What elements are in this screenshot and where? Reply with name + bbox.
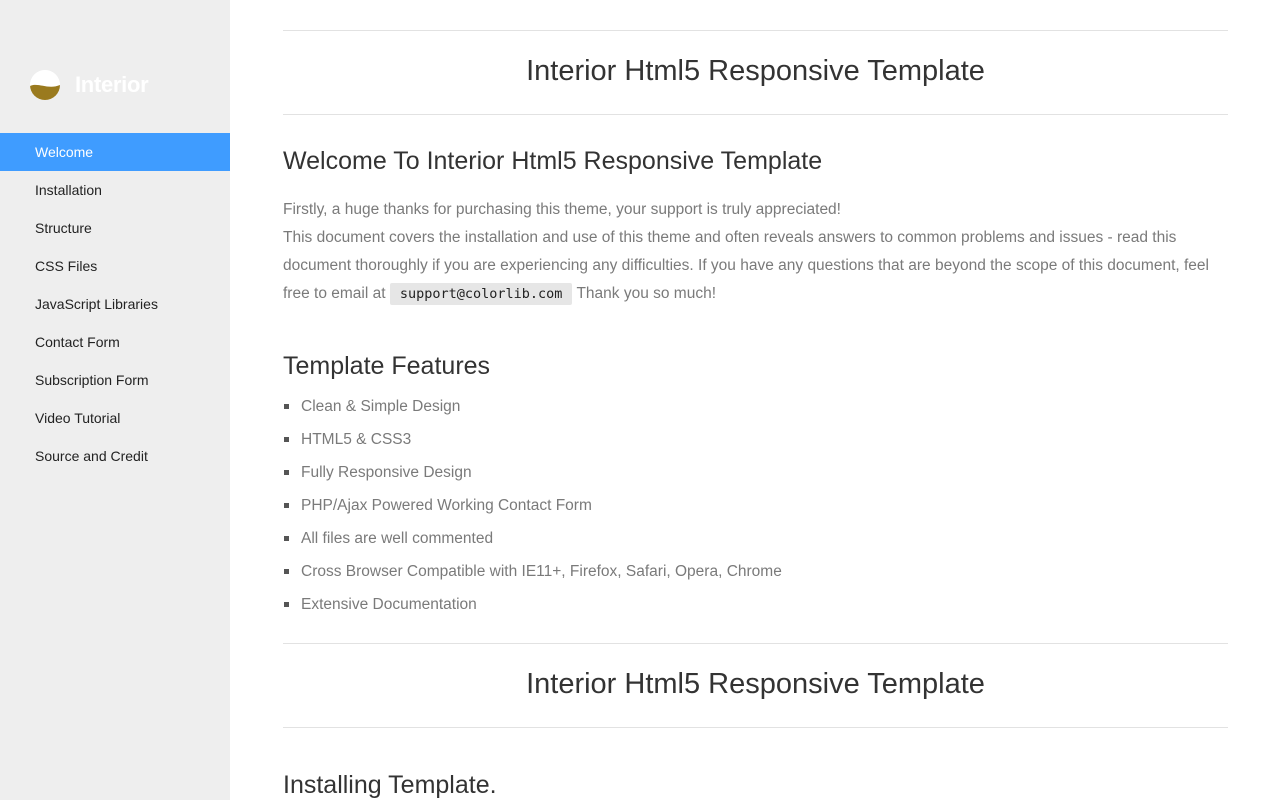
feature-label: HTML5 & CSS3 <box>301 431 412 448</box>
feature-label: Fully Responsive Design <box>301 464 472 481</box>
section-banner: Interior Html5 Responsive Template <box>283 643 1228 728</box>
welcome-heading: Welcome To Interior Html5 Responsive Tem… <box>283 147 823 175</box>
sidebar-item-contact-form[interactable]: Contact Form <box>0 323 230 361</box>
intro-line-1: Firstly, a huge thanks for purchasing th… <box>283 201 841 218</box>
page-banner: Interior Html5 Responsive Template <box>283 30 1228 115</box>
intro-tail: Thank you so much! <box>576 285 717 302</box>
install-heading: Installing Template. <box>283 771 497 799</box>
feature-label: Cross Browser Compatible with IE11+, Fir… <box>301 563 782 580</box>
bullet-icon <box>284 602 289 607</box>
feature-label: All files are well commented <box>301 530 494 547</box>
main-content: Interior Html5 Responsive Template Welco… <box>283 0 1228 800</box>
bullet-icon <box>284 437 289 442</box>
bullet-icon <box>284 470 289 475</box>
logo-text: Interior <box>75 72 149 97</box>
bullet-icon <box>284 536 289 541</box>
feature-label: PHP/Ajax Powered Working Contact Form <box>301 497 592 514</box>
list-item: Clean & Simple Design <box>283 390 782 423</box>
list-item: Cross Browser Compatible with IE11+, Fir… <box>283 555 782 588</box>
list-item: Fully Responsive Design <box>283 456 782 489</box>
sidebar-item-css-files[interactable]: CSS Files <box>0 247 230 285</box>
list-item: PHP/Ajax Powered Working Contact Form <box>283 489 782 522</box>
list-item: Extensive Documentation <box>283 588 782 621</box>
sidebar-item-subscription-form[interactable]: Subscription Form <box>0 361 230 399</box>
interior-logo-icon <box>30 70 60 100</box>
feature-label: Clean & Simple Design <box>301 398 461 415</box>
bullet-icon <box>284 503 289 508</box>
sidebar-item-installation[interactable]: Installation <box>0 171 230 209</box>
sidebar-item-source-and-credit[interactable]: Source and Credit <box>0 437 230 475</box>
sidebar: Interior Welcome Installation Structure … <box>0 0 230 800</box>
support-email[interactable]: support@colorlib.com <box>389 283 573 305</box>
feature-label: Extensive Documentation <box>301 596 477 613</box>
bullet-icon <box>284 404 289 409</box>
sidebar-item-video-tutorial[interactable]: Video Tutorial <box>0 399 230 437</box>
logo[interactable]: Interior <box>30 69 149 101</box>
list-item: HTML5 & CSS3 <box>283 423 782 456</box>
features-heading: Template Features <box>283 352 491 380</box>
sidebar-item-structure[interactable]: Structure <box>0 209 230 247</box>
features-list: Clean & Simple Design HTML5 & CSS3 Fully… <box>283 390 782 621</box>
sidebar-nav: Welcome Installation Structure CSS Files… <box>0 133 230 475</box>
intro-text: Firstly, a huge thanks for purchasing th… <box>283 196 1228 308</box>
sidebar-item-welcome[interactable]: Welcome <box>0 133 230 171</box>
bullet-icon <box>284 569 289 574</box>
list-item: All files are well commented <box>283 522 782 555</box>
intro-paragraph: This document covers the installation an… <box>283 224 1228 308</box>
sidebar-item-javascript-libraries[interactable]: JavaScript Libraries <box>0 285 230 323</box>
